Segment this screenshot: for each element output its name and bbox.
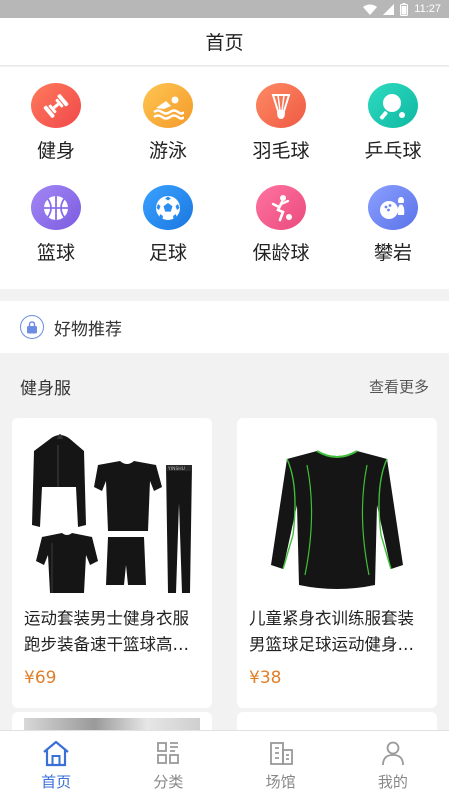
sport-label: 足球 bbox=[148, 242, 187, 264]
ping-pong-icon bbox=[368, 83, 418, 128]
product-card[interactable]: 儿童紧身衣训练服套装男篮球足球运动健身长袖 ¥38 bbox=[237, 418, 437, 708]
profile-icon bbox=[381, 741, 404, 766]
dumbbell-icon bbox=[31, 83, 81, 128]
venue-icon bbox=[269, 742, 293, 765]
sport-item-fitness[interactable]: 健身 bbox=[6, 67, 106, 163]
bottom-tab-bar: 首页 分类 场馆 我的 bbox=[0, 730, 449, 800]
sport-item-swimming[interactable]: 游泳 bbox=[118, 67, 218, 163]
sport-label: 健身 bbox=[36, 140, 75, 162]
signal-icon bbox=[383, 3, 395, 15]
section-header: 健身服 查看更多 bbox=[0, 364, 449, 408]
product-image: YINSHU bbox=[12, 418, 212, 608]
top-header: 首页 bbox=[0, 18, 449, 66]
home-icon bbox=[43, 740, 69, 767]
bag-icon bbox=[20, 315, 44, 339]
product-image bbox=[237, 418, 437, 608]
tab-label: 首页 bbox=[41, 773, 72, 791]
sport-item-bowling[interactable]: 保龄球 bbox=[231, 169, 331, 265]
sport-label: 篮球 bbox=[36, 242, 75, 264]
tab-home[interactable]: 首页 bbox=[0, 731, 112, 800]
sport-label: 保龄球 bbox=[252, 242, 310, 264]
tab-label: 分类 bbox=[153, 773, 184, 791]
sport-item-badminton[interactable]: 羽毛球 bbox=[231, 67, 331, 163]
recommend-label: 好物推荐 bbox=[54, 319, 122, 340]
wifi-icon bbox=[363, 4, 378, 15]
status-time: 11:27 bbox=[414, 3, 441, 15]
football-icon bbox=[143, 185, 193, 230]
sport-label: 游泳 bbox=[148, 140, 187, 162]
battery-icon bbox=[400, 2, 409, 16]
section-title: 健身服 bbox=[20, 378, 71, 399]
bowling-icon bbox=[256, 185, 306, 230]
swimmer-icon bbox=[143, 83, 193, 128]
svg-text:YINSHU: YINSHU bbox=[167, 466, 185, 472]
sports-grid: 健身 游泳 羽毛球 乒乓球 篮球 足球 保龄球 攀岩 bbox=[0, 67, 449, 289]
tab-label: 我的 bbox=[377, 773, 408, 791]
product-name: 儿童紧身衣训练服套装男篮球足球运动健身长袖 bbox=[249, 609, 414, 654]
product-price: ¥38 bbox=[249, 668, 282, 688]
page-title: 首页 bbox=[205, 32, 244, 54]
product-price: ¥69 bbox=[24, 668, 57, 688]
climbing-icon bbox=[368, 185, 418, 230]
product-name: 运动套装男士健身衣服跑步装备速干篮球高弹紧身衣训练服 bbox=[24, 609, 189, 654]
sport-item-basketball[interactable]: 篮球 bbox=[6, 169, 106, 265]
view-more-link[interactable]: 查看更多 bbox=[369, 376, 429, 397]
sport-label: 乒乓球 bbox=[364, 140, 422, 162]
tab-venue[interactable]: 场馆 bbox=[225, 731, 337, 800]
category-icon bbox=[157, 742, 180, 764]
status-bar: 11:27 bbox=[0, 0, 449, 18]
shuttlecock-icon bbox=[256, 83, 306, 128]
sport-item-football[interactable]: 足球 bbox=[118, 169, 218, 265]
sport-label: 羽毛球 bbox=[252, 140, 310, 162]
recommend-bar[interactable]: 好物推荐 bbox=[0, 301, 449, 353]
basketball-icon bbox=[31, 185, 81, 230]
tab-category[interactable]: 分类 bbox=[112, 731, 224, 800]
status-icons: 11:27 bbox=[363, 2, 441, 16]
sport-item-climbing[interactable]: 攀岩 bbox=[343, 169, 443, 265]
tab-profile[interactable]: 我的 bbox=[337, 731, 449, 800]
tab-label: 场馆 bbox=[265, 773, 296, 791]
sport-label: 攀岩 bbox=[373, 242, 412, 264]
sport-item-pingpong[interactable]: 乒乓球 bbox=[343, 67, 443, 163]
product-card[interactable]: YINSHU 运动套装男士健身衣服跑步装备速干篮球高弹紧身衣训练服 ¥69 bbox=[12, 418, 212, 708]
